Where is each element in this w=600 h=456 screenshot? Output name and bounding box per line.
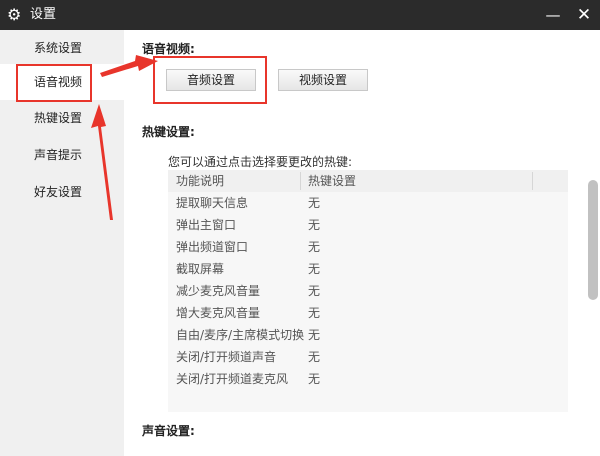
sound-section-title: 声音设置: bbox=[142, 424, 195, 438]
window-title: 设置 bbox=[30, 7, 57, 22]
cell-function: 自由/麦序/主席模式切换 bbox=[176, 328, 305, 342]
voice-video-section-title: 语音视频: bbox=[142, 42, 195, 56]
sidebar-item-voice-video[interactable]: 语音视频 bbox=[0, 64, 124, 100]
cell-hotkey: 无 bbox=[308, 328, 321, 342]
sidebar-item-label: 热键设置 bbox=[34, 111, 83, 125]
hotkey-section-title: 热键设置: bbox=[142, 125, 195, 139]
sidebar-item-system[interactable]: 系统设置 bbox=[0, 30, 124, 66]
sidebar-item-label: 语音视频 bbox=[34, 75, 83, 89]
cell-function: 弹出主窗口 bbox=[176, 218, 237, 232]
title-bar: ⚙ 设置 — ✕ bbox=[0, 0, 600, 30]
sidebar-item-label: 好友设置 bbox=[34, 185, 83, 199]
cell-function: 关闭/打开频道声音 bbox=[176, 350, 277, 364]
table-row[interactable]: 增大麦克风音量 无 bbox=[168, 302, 568, 324]
audio-settings-button[interactable]: 音频设置 bbox=[166, 69, 256, 91]
cell-function: 减少麦克风音量 bbox=[176, 284, 261, 298]
table-row[interactable]: 关闭/打开频道声音 无 bbox=[168, 346, 568, 368]
sidebar-item-label: 系统设置 bbox=[34, 41, 83, 55]
cell-function: 截取屏幕 bbox=[176, 262, 225, 276]
cell-function: 弹出频道窗口 bbox=[176, 240, 249, 254]
table-row[interactable]: 弹出主窗口 无 bbox=[168, 214, 568, 236]
scrollbar-thumb[interactable] bbox=[588, 180, 598, 300]
content-panel: 语音视频: 音频设置 视频设置 热键设置: 您可以通过点击选择要更改的热键: 功… bbox=[124, 30, 600, 456]
sidebar-item-label: 声音提示 bbox=[34, 148, 83, 162]
sidebar: 系统设置 语音视频 热键设置 声音提示 好友设置 bbox=[0, 30, 124, 456]
column-divider bbox=[300, 172, 301, 190]
minimize-icon[interactable]: — bbox=[542, 5, 564, 25]
cell-hotkey: 无 bbox=[308, 284, 321, 298]
table-body: 提取聊天信息 无 弹出主窗口 无 弹出频道窗口 无 截取屏幕 无 减少麦克风音量 bbox=[168, 192, 568, 412]
cell-hotkey: 无 bbox=[308, 372, 321, 386]
table-row[interactable]: 截取屏幕 无 bbox=[168, 258, 568, 280]
close-icon[interactable]: ✕ bbox=[573, 5, 595, 25]
sidebar-item-friends[interactable]: 好友设置 bbox=[0, 174, 124, 210]
sidebar-item-sound-tips[interactable]: 声音提示 bbox=[0, 137, 124, 173]
table-row[interactable]: 自由/麦序/主席模式切换 无 bbox=[168, 324, 568, 346]
table-row[interactable]: 关闭/打开频道麦克风 无 bbox=[168, 368, 568, 390]
table-row[interactable]: 提取聊天信息 无 bbox=[168, 192, 568, 214]
video-settings-button[interactable]: 视频设置 bbox=[278, 69, 368, 91]
column-divider bbox=[532, 172, 533, 190]
table-row[interactable]: 减少麦克风音量 无 bbox=[168, 280, 568, 302]
cell-hotkey: 无 bbox=[308, 218, 321, 232]
table-row[interactable]: 弹出频道窗口 无 bbox=[168, 236, 568, 258]
cell-function: 增大麦克风音量 bbox=[176, 306, 261, 320]
table-header: 功能说明 热键设置 bbox=[168, 170, 568, 192]
sidebar-item-hotkeys[interactable]: 热键设置 bbox=[0, 100, 124, 136]
column-header-hotkey[interactable]: 热键设置 bbox=[308, 170, 356, 192]
hotkey-description: 您可以通过点击选择要更改的热键: bbox=[168, 155, 353, 169]
cell-hotkey: 无 bbox=[308, 262, 321, 276]
gear-icon: ⚙ bbox=[7, 5, 22, 24]
cell-hotkey: 无 bbox=[308, 350, 321, 364]
settings-window: ⚙ 设置 — ✕ 系统设置 语音视频 热键设置 声音提示 好友设置 语音视频: … bbox=[0, 0, 600, 456]
cell-hotkey: 无 bbox=[308, 240, 321, 254]
cell-hotkey: 无 bbox=[308, 196, 321, 210]
cell-function: 关闭/打开频道麦克风 bbox=[176, 372, 289, 386]
cell-hotkey: 无 bbox=[308, 306, 321, 320]
column-header-function[interactable]: 功能说明 bbox=[176, 170, 224, 192]
hotkey-table: 功能说明 热键设置 提取聊天信息 无 弹出主窗口 无 弹出频道窗口 无 截取屏幕… bbox=[168, 170, 568, 420]
cell-function: 提取聊天信息 bbox=[176, 196, 249, 210]
